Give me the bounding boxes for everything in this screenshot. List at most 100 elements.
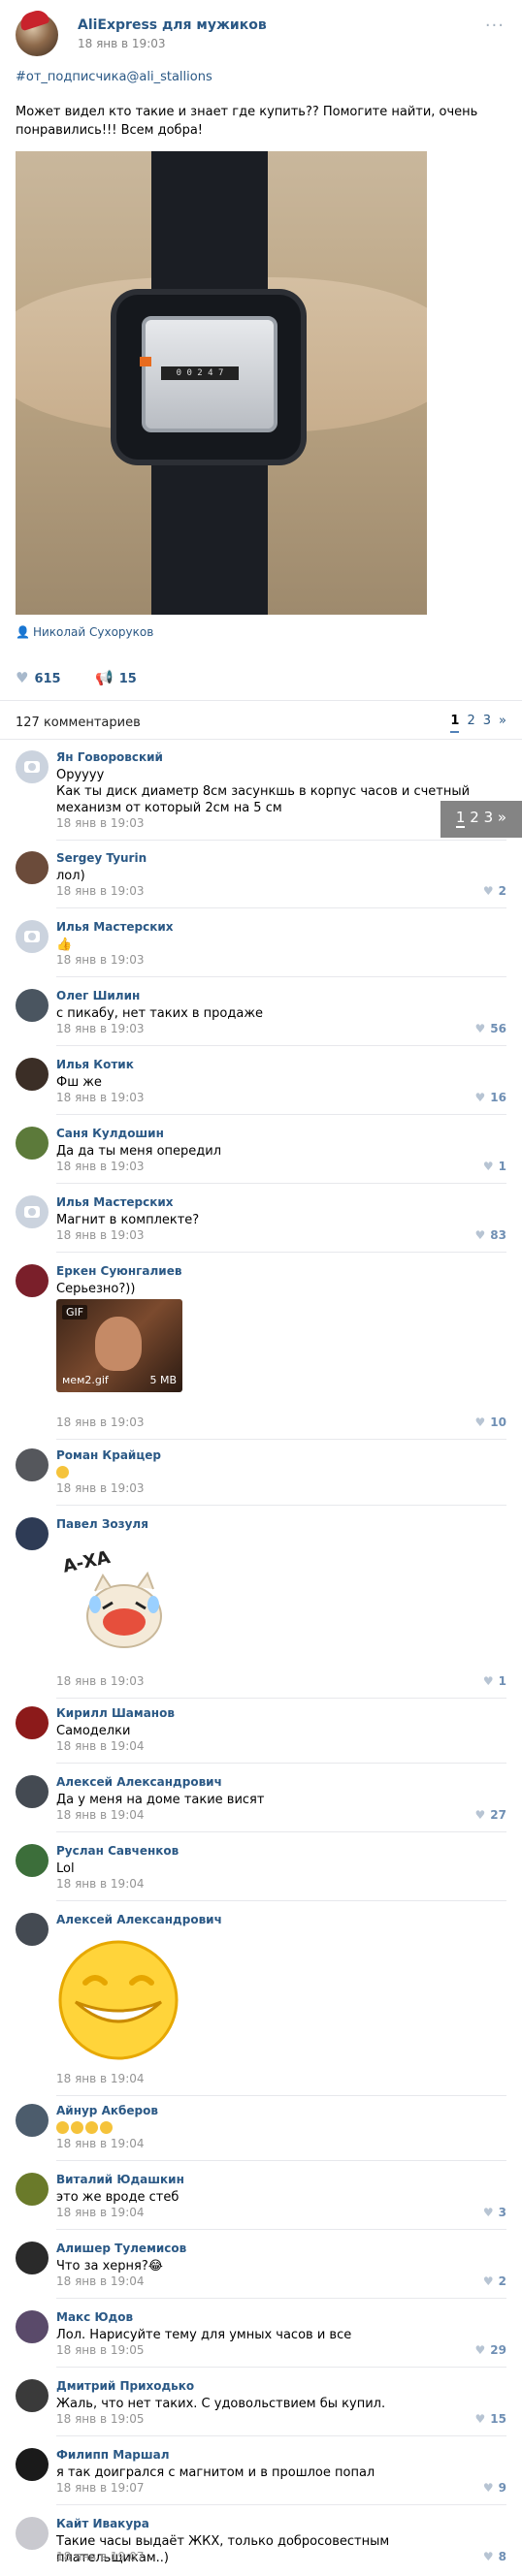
laughing-emoji-icon (56, 2121, 69, 2134)
comment-like-button[interactable]: ♥ 56 (475, 1022, 506, 1035)
commenter-avatar[interactable] (16, 2448, 49, 2481)
commenter-avatar[interactable] (16, 1775, 49, 1808)
commenter-name[interactable]: Олег Шилин (56, 989, 140, 1002)
commenter-name[interactable]: Филипп Маршал (56, 2448, 170, 2462)
commenter-avatar[interactable] (16, 2379, 49, 2412)
comment-date[interactable]: 18 янв в 19:04 (56, 1877, 145, 1891)
comment-date[interactable]: 18 янв в 19:03 (56, 1228, 145, 1242)
comment-text: я так доигрался с магнитом и в прошлое п… (56, 2465, 375, 2480)
comment-date[interactable]: 18 янв в 19:04 (56, 1739, 145, 1753)
comment-like-button[interactable]: ♥ 16 (475, 1091, 506, 1104)
like-button[interactable]: ♥ 615 (16, 669, 61, 686)
comment-like-button[interactable]: ♥ 3 (483, 2206, 506, 2219)
comment-date[interactable]: 18 янв в 19:03 (56, 1481, 145, 1495)
comment-date[interactable]: 18 янв в 19:03 (56, 1022, 145, 1035)
commenter-name[interactable]: Кайт Ивакура (56, 2517, 149, 2530)
commenter-name[interactable]: Алексей Александрович (56, 1775, 222, 1789)
comment-like-button[interactable]: ♥ 9 (483, 2481, 506, 2495)
commenter-avatar[interactable] (16, 1127, 49, 1160)
commenter-avatar[interactable] (16, 2310, 49, 2343)
commenter-avatar[interactable] (16, 1517, 49, 1550)
commenter-name[interactable]: Кирилл Шаманов (56, 1706, 175, 1720)
default-avatar-camera-icon[interactable] (16, 920, 49, 953)
comment-divider (56, 2160, 506, 2161)
comment-date[interactable]: 18 янв в 19:03 (56, 816, 145, 830)
commenter-name[interactable]: Илья Мастерских (56, 920, 174, 934)
comment-date[interactable]: 18 янв в 19:03 (56, 953, 145, 967)
commenter-name[interactable]: Макс Юдов (56, 2310, 133, 2324)
default-avatar-camera-icon[interactable] (16, 750, 49, 783)
comment-date[interactable]: 18 янв в 19:04 (56, 2137, 145, 2150)
comment-text: Что за херня?😂 (56, 2259, 163, 2274)
comment-date[interactable]: 18 янв в 19:07 (56, 2481, 145, 2495)
comment-like-button[interactable]: ♥ 8 (483, 2550, 506, 2563)
comment-date[interactable]: 18 янв в 19:03 (56, 1091, 145, 1104)
default-avatar-camera-icon[interactable] (16, 1195, 49, 1228)
photo-credit[interactable]: 👤 Николай Сухоруков (16, 625, 153, 639)
comment-date[interactable]: 18 янв в 19:05 (56, 2412, 145, 2426)
commenter-name[interactable]: Саня Кулдошин (56, 1127, 164, 1140)
comment-divider (56, 2367, 506, 2368)
commenter-avatar[interactable] (16, 1913, 49, 1946)
comment-like-button[interactable]: ♥ 2 (483, 884, 506, 898)
comment-date[interactable]: 18 янв в 19:03 (56, 1415, 145, 1429)
comment-date[interactable]: 18 янв в 19:04 (56, 2206, 145, 2219)
commenter-avatar[interactable] (16, 2517, 49, 2550)
commenter-avatar[interactable] (16, 1058, 49, 1091)
comment-date[interactable]: 18 янв в 19:03 (56, 1160, 145, 1173)
commenter-avatar[interactable] (16, 2242, 49, 2274)
commenter-avatar[interactable] (16, 1706, 49, 1739)
comment-divider (56, 2095, 506, 2096)
commenter-name[interactable]: Илья Мастерских (56, 1195, 174, 1209)
comment-date[interactable]: 18 янв в 19:03 (56, 884, 145, 898)
commenter-name[interactable]: Виталий Юдашкин (56, 2173, 184, 2186)
comment-like-button[interactable]: ♥ 1 (483, 1674, 506, 1688)
page-2[interactable]: 2 (467, 714, 474, 728)
commenter-avatar[interactable] (16, 2173, 49, 2206)
comment-date[interactable]: 18 янв в 19:05 (56, 2343, 145, 2357)
commenter-name[interactable]: Sergey Tyurin (56, 851, 147, 865)
commenter-name[interactable]: Айнур Акберов (56, 2104, 158, 2117)
commenter-name[interactable]: Алишер Тулемисов (56, 2242, 186, 2255)
commenter-name[interactable]: Еркен Суюнгалиев (56, 1264, 181, 1278)
commenter-avatar[interactable] (16, 2104, 49, 2137)
post-photo[interactable]: 0 0 2 4 7 (16, 151, 427, 615)
comment-divider (56, 2435, 506, 2436)
commenter-avatar[interactable] (16, 1448, 49, 1481)
commenter-avatar[interactable] (16, 1264, 49, 1297)
commenter-avatar[interactable] (16, 851, 49, 884)
comment-date[interactable]: 18 янв в 19:07 (56, 2550, 145, 2563)
commenter-name[interactable]: Алексей Александрович (56, 1913, 222, 1926)
commenter-name[interactable]: Павел Зозуля (56, 1517, 148, 1531)
share-button[interactable]: 📢 15 (95, 669, 137, 686)
community-avatar[interactable] (16, 7, 58, 56)
commenter-name[interactable]: Ян Говоровский (56, 750, 163, 764)
comment-date[interactable]: 18 янв в 19:03 (56, 1674, 145, 1688)
comment-like-button[interactable]: ♥ 2 (483, 2274, 506, 2288)
comment-date[interactable]: 18 янв в 19:04 (56, 1808, 145, 1822)
comment-like-button[interactable]: ♥ 29 (475, 2343, 506, 2357)
more-options-icon[interactable]: ··· (485, 16, 505, 36)
post-author[interactable]: AliExpress для мужиков (78, 17, 267, 33)
comment-like-button[interactable]: ♥ 83 (475, 1228, 506, 1242)
commenter-name[interactable]: Роман Крайцер (56, 1448, 161, 1462)
commenter-name[interactable]: Илья Котик (56, 1058, 134, 1071)
page-1[interactable]: 1 (450, 714, 460, 733)
commenter-avatar[interactable] (16, 1844, 49, 1877)
commenter-avatar[interactable] (16, 989, 49, 1022)
comment-like-button[interactable]: ♥ 10 (475, 1415, 506, 1429)
comment-date[interactable]: 18 янв в 19:04 (56, 2274, 145, 2288)
comment-like-button[interactable]: ♥ 27 (475, 1808, 506, 1822)
gif-filename: мем2.gif (62, 1374, 109, 1386)
commenter-name[interactable]: Дмитрий Приходько (56, 2379, 194, 2393)
comment-like-button[interactable]: ♥ 1 (483, 1160, 506, 1173)
post-date[interactable]: 18 янв в 19:03 (78, 37, 166, 50)
comment-date[interactable]: 18 янв в 19:04 (56, 2072, 145, 2085)
comment-like-button[interactable]: ♥ 15 (475, 2412, 506, 2426)
gif-attachment[interactable]: GIF мем2.gif 5 MB (56, 1299, 182, 1392)
commenter-name[interactable]: Руслан Савченков (56, 1844, 179, 1858)
photo-meter-drum: 0 0 2 4 7 (161, 366, 239, 380)
post-hashtag[interactable]: #от_подписчика@ali_stallions (16, 70, 212, 84)
page-next[interactable]: » (499, 714, 506, 728)
page-3[interactable]: 3 (483, 714, 491, 728)
